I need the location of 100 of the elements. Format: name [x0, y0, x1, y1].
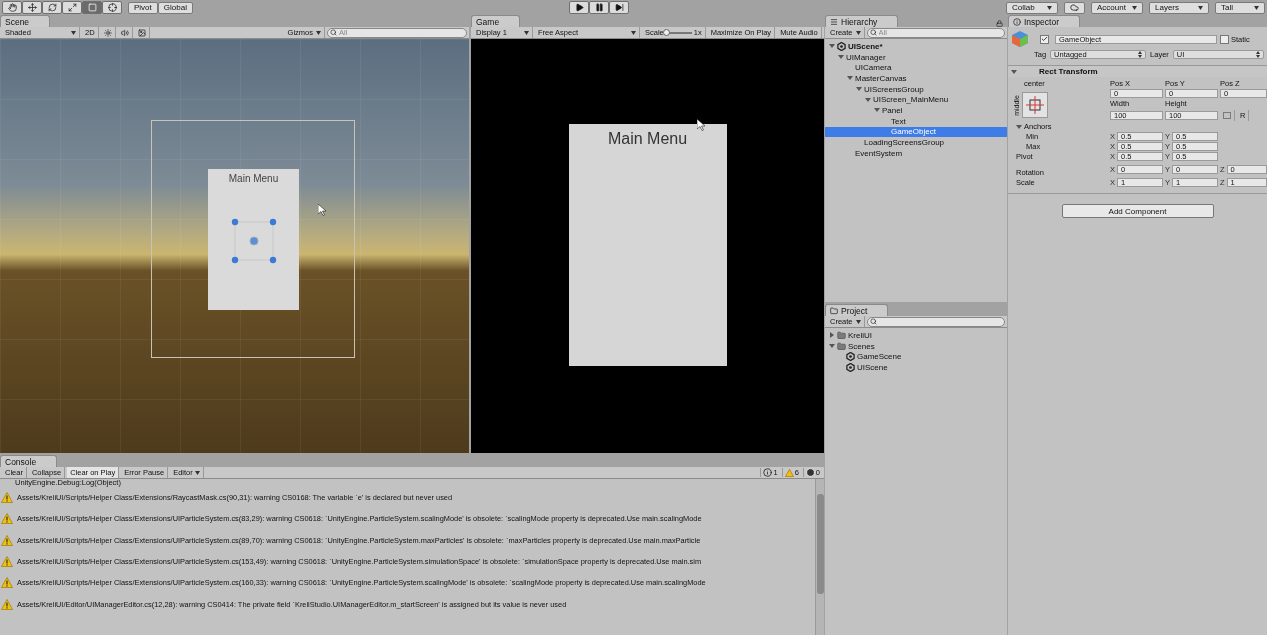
game-tab[interactable]: Game — [471, 15, 521, 27]
tree-item[interactable]: UIScene — [825, 362, 1007, 373]
cursor-icon — [697, 119, 705, 131]
unity-scene-icon — [846, 352, 855, 362]
scale-icon — [67, 3, 77, 12]
expanded-arrow-icon[interactable] — [865, 96, 871, 103]
panel-title: Main Menu — [228, 173, 279, 184]
expanded-arrow-icon[interactable] — [1011, 68, 1017, 75]
global-button[interactable]: Global — [157, 1, 193, 14]
expanded-arrow-icon[interactable] — [1016, 123, 1022, 130]
tool-button[interactable] — [102, 1, 122, 14]
speaker-icon — [120, 28, 129, 37]
warning-icon — [1, 598, 13, 610]
active-checkbox[interactable] — [1040, 34, 1049, 44]
play-icon — [574, 3, 584, 12]
caret-icon — [855, 30, 861, 35]
info-icon — [763, 468, 773, 477]
caret-icon — [316, 30, 321, 35]
rotate-icon — [47, 3, 57, 12]
project-tab[interactable]: Project — [825, 304, 889, 316]
caret-icon — [1132, 5, 1137, 10]
folder-icon — [830, 306, 838, 315]
collapsed-arrow-icon[interactable] — [829, 332, 835, 339]
warning-icon — [1, 492, 13, 504]
folder-icon — [837, 330, 846, 340]
tool-button[interactable] — [62, 1, 82, 14]
tool-button[interactable] — [82, 1, 102, 14]
cloud-icon — [1070, 3, 1079, 12]
layout-dropdown[interactable]: Tall — [1215, 1, 1265, 14]
caret-icon — [1198, 5, 1203, 10]
up-down-caret-icon — [1256, 51, 1260, 58]
tree-item[interactable]: Panel — [825, 105, 1007, 116]
expanded-arrow-icon[interactable] — [874, 107, 880, 114]
tree-item[interactable]: EventSystem — [825, 147, 1007, 159]
tool-button[interactable] — [2, 1, 22, 14]
pause-button[interactable] — [589, 1, 610, 14]
move-arrows-icon — [27, 3, 37, 12]
tree-item[interactable]: LoadingScreensGroup — [825, 137, 1007, 148]
expanded-arrow-icon[interactable] — [829, 343, 835, 350]
step-icon — [614, 3, 624, 12]
up-down-caret-icon — [1138, 51, 1143, 58]
tree-item[interactable]: KreliUI — [825, 330, 1007, 341]
tree-item[interactable]: UIScreen_MainMenu — [825, 94, 1007, 106]
tree-item[interactable]: Text — [825, 115, 1007, 127]
tree-item[interactable]: UICamera — [825, 62, 1007, 74]
transform-icon — [107, 3, 117, 12]
expanded-arrow-icon[interactable] — [856, 86, 862, 93]
caret-icon — [524, 30, 529, 35]
list-icon — [830, 17, 838, 26]
anchor-preset-button[interactable] — [1022, 92, 1048, 118]
cursor-icon — [318, 204, 326, 216]
search-icon — [330, 28, 337, 36]
panel-title: Main Menu — [607, 130, 688, 148]
search-icon — [869, 28, 877, 36]
caret-icon — [1047, 5, 1052, 10]
anchor-handles-drawing — [230, 218, 277, 264]
scrollbar[interactable] — [815, 479, 824, 635]
hand-icon — [7, 3, 17, 12]
warning-icon — [1, 513, 13, 525]
unity-scene-icon — [846, 362, 855, 372]
caret-icon — [194, 470, 200, 475]
error-icon — [805, 468, 815, 477]
tree-item[interactable]: GameScene — [825, 351, 1007, 363]
step-button[interactable] — [609, 1, 630, 14]
hierarchy-tab[interactable]: Hierarchy — [825, 15, 899, 27]
search-field[interactable] — [866, 316, 1005, 327]
tree-item[interactable]: UIManager — [825, 51, 1007, 63]
pause-icon — [594, 3, 604, 12]
tree-item[interactable]: Scenes — [825, 340, 1007, 352]
console-tab[interactable]: Console — [0, 455, 58, 467]
pivot-button[interactable]: Pivot — [128, 1, 158, 14]
add-component-button[interactable]: Add Component — [1061, 204, 1214, 218]
play-button[interactable] — [569, 1, 590, 14]
dotted-square-icon — [1223, 111, 1231, 119]
cloud-button[interactable] — [1064, 1, 1085, 14]
account-dropdown[interactable]: Account — [1091, 1, 1143, 14]
tree-item[interactable]: MasterCanvas — [825, 73, 1007, 84]
tree-item[interactable]: UIScene* — [825, 41, 1007, 52]
expanded-arrow-icon[interactable] — [838, 54, 844, 61]
expanded-arrow-icon[interactable] — [829, 43, 835, 50]
tool-button[interactable] — [22, 1, 42, 14]
collab-dropdown[interactable]: Collab — [1006, 1, 1058, 14]
tool-button[interactable] — [42, 1, 62, 14]
caret-icon — [1254, 5, 1259, 10]
caret-icon — [71, 30, 76, 35]
warning-icon — [1, 534, 13, 546]
tree-item[interactable]: GameObject — [825, 126, 1007, 138]
layers-dropdown[interactable]: Layers — [1149, 1, 1209, 14]
expanded-arrow-icon[interactable] — [847, 75, 853, 82]
static-checkbox[interactable] — [1220, 34, 1229, 44]
tree-item[interactable]: UIScreensGroup — [825, 83, 1007, 95]
checkmark-icon — [1041, 35, 1048, 43]
unity-scene-icon — [837, 41, 846, 51]
blueprint-button[interactable] — [1220, 109, 1235, 121]
sun-icon — [103, 28, 112, 37]
warning-icon — [1, 577, 13, 589]
scene-tab[interactable]: Scene — [0, 15, 51, 27]
inspector-tab[interactable]: Inspector — [1008, 15, 1080, 27]
caret-icon — [631, 30, 636, 35]
search-icon — [869, 317, 877, 325]
